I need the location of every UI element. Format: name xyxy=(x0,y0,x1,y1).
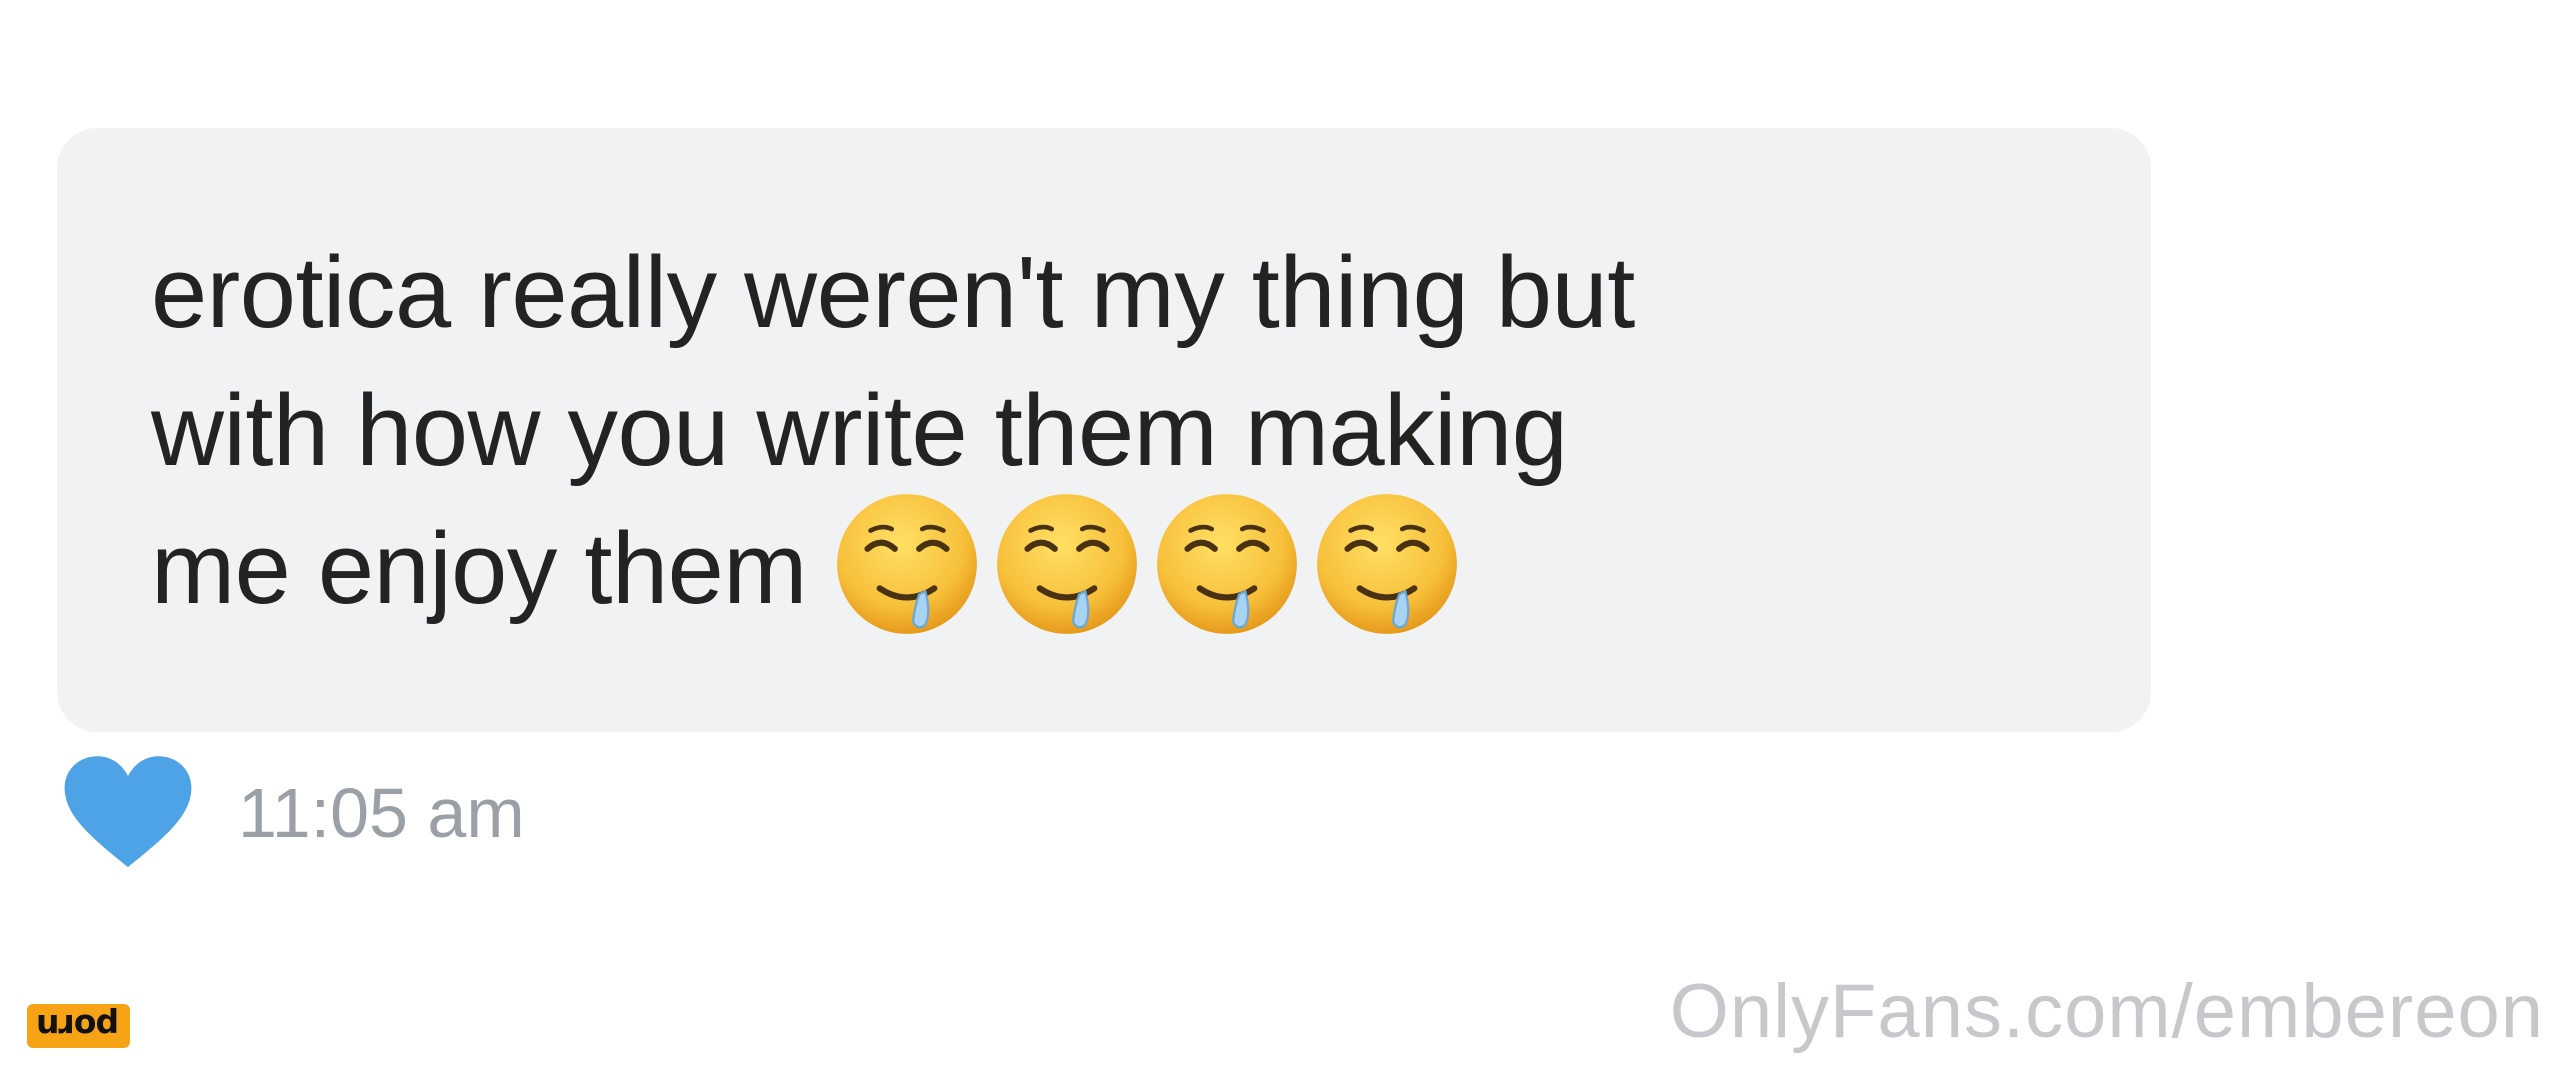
watermark-text: OnlyFans.com/embereon xyxy=(1669,969,2544,1054)
message-line-2: with how you write them making xyxy=(151,375,1568,487)
drooling-face-emoji xyxy=(1317,494,1457,635)
message-bubble[interactable]: erotica really weren't my thing but with… xyxy=(57,128,2151,732)
chat-screenshot: erotica really weren't my thing but with… xyxy=(0,0,2568,1077)
message-line-1: erotica really weren't my thing but xyxy=(151,237,1635,349)
site-logo: porn xyxy=(27,1004,130,1048)
logo-text: porn xyxy=(37,1006,120,1046)
drooling-face-emoji xyxy=(1157,494,1297,635)
drooling-face-emoji xyxy=(837,494,977,635)
message-meta: 11:05 am xyxy=(62,756,525,868)
message-timestamp: 11:05 am xyxy=(238,774,525,852)
drooling-face-emoji xyxy=(997,494,1137,635)
heart-icon[interactable] xyxy=(62,753,194,873)
message-line-3-text: me enjoy them xyxy=(151,513,807,625)
message-line-3: me enjoy them xyxy=(151,494,2151,652)
emoji-group xyxy=(831,488,1463,640)
